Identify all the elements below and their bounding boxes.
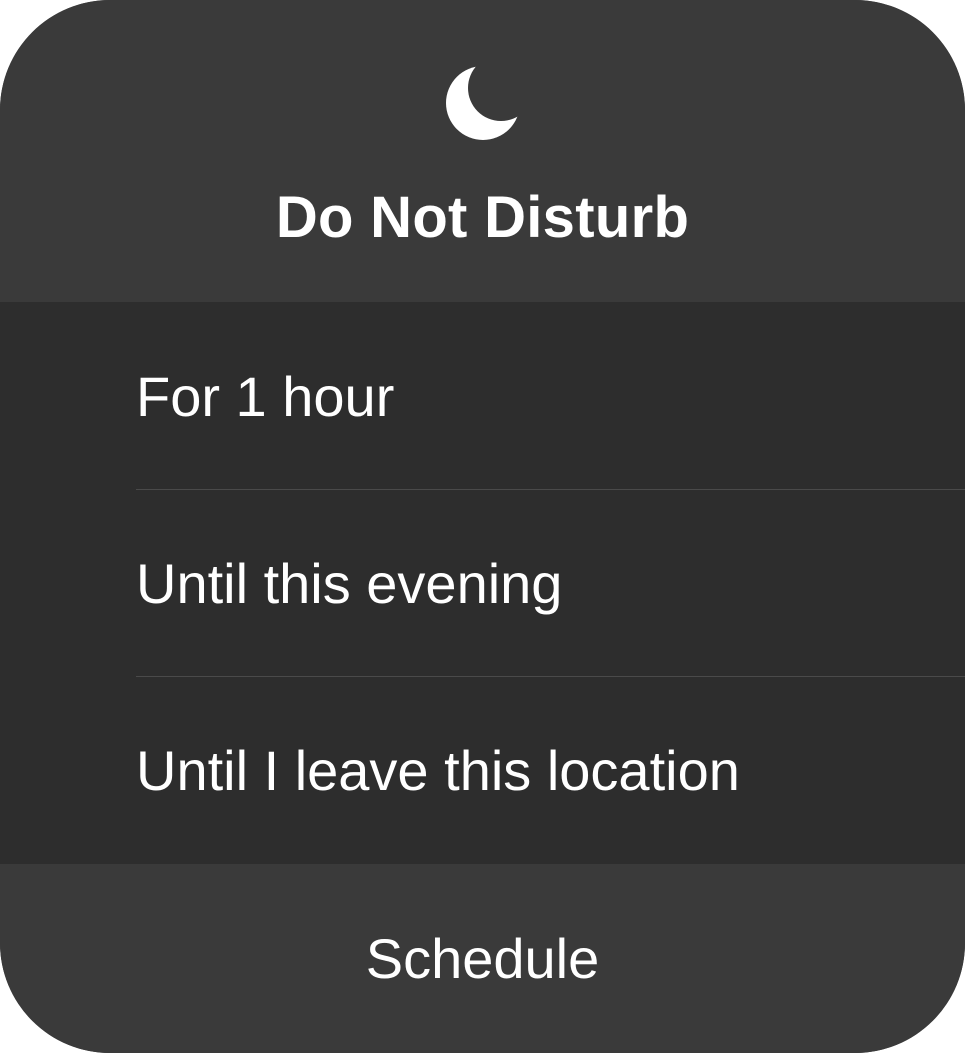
do-not-disturb-dialog: Do Not Disturb For 1 hour Until this eve…	[0, 0, 965, 1053]
option-until-i-leave-this-location[interactable]: Until I leave this location	[0, 676, 965, 863]
dialog-title: Do Not Disturb	[275, 185, 690, 250]
schedule-button-label: Schedule	[365, 927, 600, 990]
dialog-header: Do Not Disturb	[0, 0, 965, 302]
schedule-button[interactable]: Schedule	[0, 864, 965, 1053]
option-label: Until I leave this location	[136, 739, 740, 802]
option-until-this-evening[interactable]: Until this evening	[0, 489, 965, 676]
option-label: Until this evening	[136, 552, 563, 615]
option-for-1-hour[interactable]: For 1 hour	[0, 302, 965, 489]
moon-icon	[446, 66, 520, 140]
option-label: For 1 hour	[136, 365, 395, 428]
options-list: For 1 hour Until this evening Until I le…	[0, 302, 965, 864]
